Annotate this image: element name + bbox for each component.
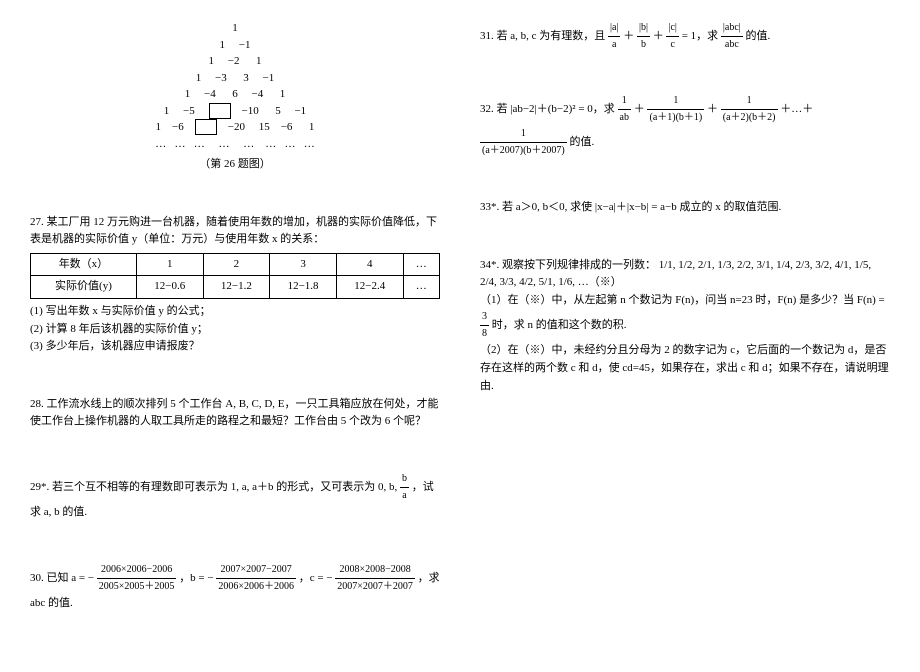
fraction: |abc|abc — [721, 20, 743, 53]
fraction: 1(a＋1)(b＋1) — [647, 93, 704, 126]
problem-33: 33*. 若 a＞0, b＜0, 求使 |x−a|＋|x−b| = a−b 成立… — [480, 199, 890, 217]
fraction: |c|c — [666, 20, 678, 53]
problem-28: 28. 工作流水线上的顺次排列 5 个工作台 A, B, C, D, E，一只工… — [30, 396, 440, 431]
table-row: 实际价值(y)12−0.612−1.212−1.812−2.4… — [31, 276, 440, 299]
fraction: 1(a＋2)(b＋2) — [721, 93, 778, 126]
problem-27-q3: (3) 多少年后，该机器应申请报废？ — [30, 338, 440, 356]
problem-34-q2: （2）在（※）中，未经约分且分母为 2 的数字记为 c，它后面的一个数记为 d，… — [480, 342, 890, 395]
problem-29: 29*. 若三个互不相等的有理数即可表示为 1, a, a＋b 的形式，又可表示… — [30, 471, 440, 522]
fraction: |a|a — [608, 20, 620, 53]
fraction: |b|b — [637, 20, 650, 53]
problem-27: 27. 某工厂用 12 万元购进一台机器，随着使用年数的增加，机器的实际价值降低… — [30, 214, 440, 356]
problem-31: 31. 若 a, b, c 为有理数，且 |a|a ＋ |b|b ＋ |c|c … — [480, 20, 890, 53]
table-row: 年数（x）1234… — [31, 253, 440, 276]
fraction: 1ab — [618, 93, 631, 126]
fraction: 1(a＋2007)(b＋2007) — [480, 126, 567, 159]
value-table: 年数（x）1234… 实际价值(y)12−0.612−1.212−1.812−2… — [30, 253, 440, 299]
fraction: 38 — [480, 309, 489, 342]
problem-27-q2: (2) 计算 8 年后该机器的实际价值 y； — [30, 321, 440, 339]
fraction-c: 2008×2008−20082007×2007＋2007 — [335, 562, 415, 595]
blank-box — [209, 103, 231, 119]
problem-27-q1: (1) 写出年数 x 与实际价值 y 的公式； — [30, 303, 440, 321]
figure-caption: （第 26 题图） — [30, 156, 440, 174]
problem-32: 32. 若 |ab−2|＋(b−2)² = 0，求 1ab ＋ 1(a＋1)(b… — [480, 93, 890, 159]
fraction: ba — [400, 471, 409, 504]
problem-30: 30. 已知 a = − 2006×2006−20062005×2005＋200… — [30, 562, 440, 613]
fraction-a: 2006×2006−20062005×2005＋2005 — [97, 562, 177, 595]
problem-27-intro: 27. 某工厂用 12 万元购进一台机器，随着使用年数的增加，机器的实际价值降低… — [30, 214, 440, 249]
pascal-triangle: 1 1 −1 1 −2 1 1 −3 3 −1 1 −4 6 −4 1 1 −5… — [30, 20, 440, 152]
fraction-b: 2007×2007−20072006×2006＋2006 — [216, 562, 296, 595]
blank-box — [195, 119, 217, 135]
problem-34: 34*. 观察按下列规律排成的一列数： 1/1, 1/2, 2/1, 1/3, … — [480, 257, 890, 396]
problem-26-figure: 1 1 −1 1 −2 1 1 −3 3 −1 1 −4 6 −4 1 1 −5… — [30, 20, 440, 174]
